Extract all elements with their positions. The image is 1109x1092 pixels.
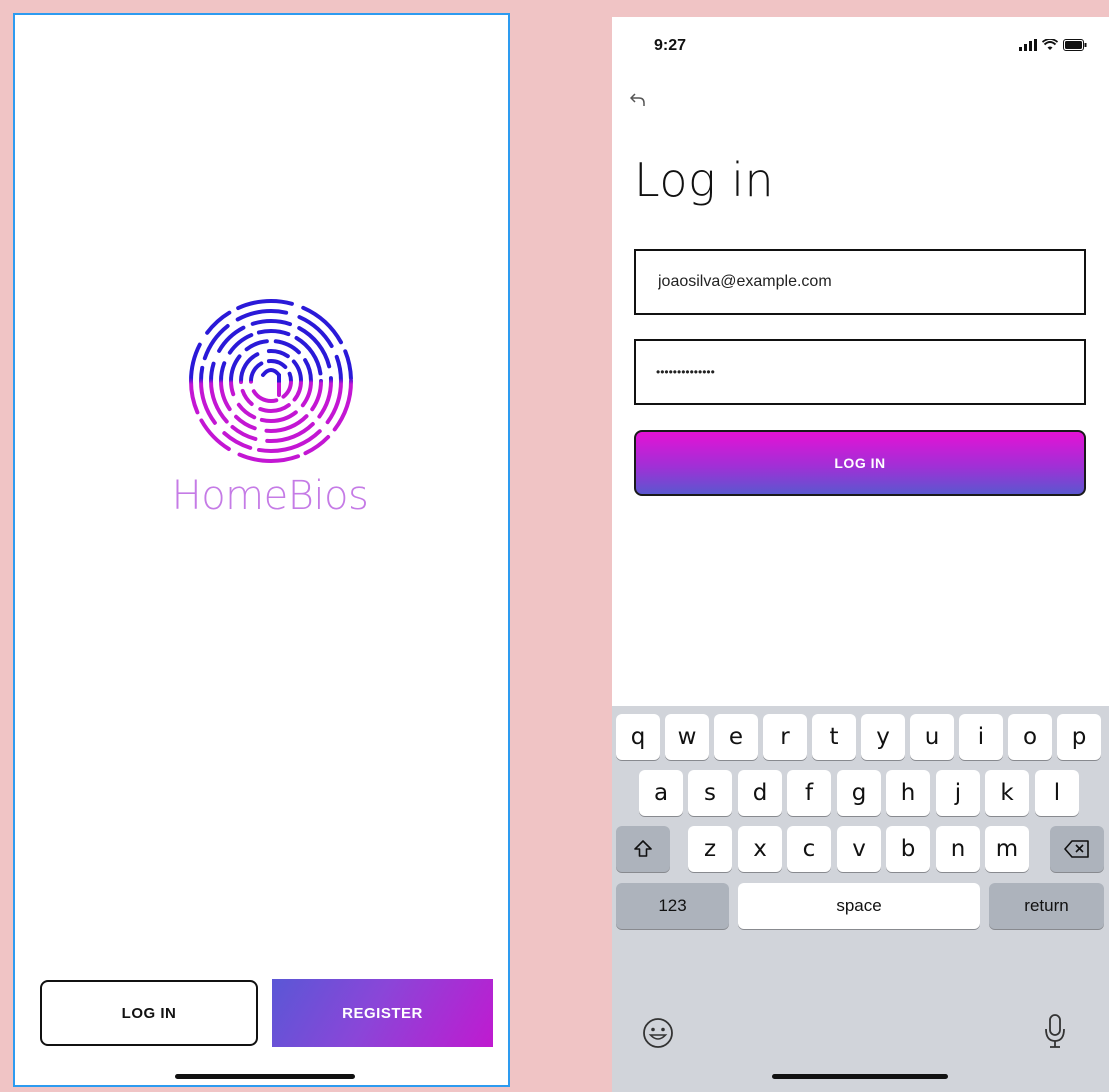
microphone-key[interactable] [1044, 1013, 1066, 1054]
emoji-key[interactable] [642, 1017, 674, 1054]
password-input[interactable]: •••••••••••••• [656, 365, 715, 379]
delete-icon [1064, 840, 1089, 858]
key-i[interactable]: i [959, 714, 1003, 760]
key-z[interactable]: z [688, 826, 732, 872]
key-u[interactable]: u [910, 714, 954, 760]
key-w[interactable]: w [665, 714, 709, 760]
key-m[interactable]: m [985, 826, 1029, 872]
shift-icon [634, 840, 652, 857]
key-l[interactable]: l [1035, 770, 1079, 816]
microphone-icon [1045, 1014, 1065, 1048]
status-time: 9:27 [654, 37, 687, 54]
key-g[interactable]: g [837, 770, 881, 816]
return-key[interactable]: return [989, 883, 1104, 929]
key-o[interactable]: o [1008, 714, 1052, 760]
email-input[interactable] [656, 272, 1084, 292]
shift-key[interactable] [616, 826, 670, 872]
login-button[interactable]: LOG IN [40, 980, 258, 1046]
key-r[interactable]: r [763, 714, 807, 760]
numbers-key[interactable]: 123 [616, 883, 729, 929]
login-submit-button[interactable]: LOG IN [634, 430, 1086, 496]
keyboard: q w e r t y u i o p a s d f g h j k l z … [612, 706, 1109, 1092]
key-a[interactable]: a [639, 770, 683, 816]
key-h[interactable]: h [886, 770, 930, 816]
key-s[interactable]: s [688, 770, 732, 816]
fingerprint-icon [189, 299, 353, 463]
key-x[interactable]: x [738, 826, 782, 872]
key-d[interactable]: d [738, 770, 782, 816]
status-icons [1019, 39, 1087, 51]
key-c[interactable]: c [787, 826, 831, 872]
key-f[interactable]: f [787, 770, 831, 816]
keyboard-row-4: 123 space return [612, 883, 1109, 931]
keyboard-row-1: q w e r t y u i o p [612, 714, 1109, 762]
brand-name: HomeBios [171, 473, 369, 519]
register-button[interactable]: REGISTER [272, 979, 493, 1047]
back-button[interactable] [629, 91, 646, 112]
back-arrow-icon [629, 93, 645, 106]
key-e[interactable]: e [714, 714, 758, 760]
home-indicator [772, 1074, 948, 1079]
app-logo: HomeBios [165, 295, 375, 535]
keyboard-row-2: a s d f g h j k l [612, 770, 1109, 818]
key-y[interactable]: y [861, 714, 905, 760]
email-field[interactable] [634, 249, 1086, 315]
key-b[interactable]: b [886, 826, 930, 872]
page-title: Log in [634, 153, 775, 207]
space-key[interactable]: space [738, 883, 980, 929]
battery-icon [1063, 39, 1087, 51]
wifi-icon [1042, 39, 1058, 50]
key-q[interactable]: q [616, 714, 660, 760]
emoji-icon [643, 1018, 673, 1048]
welcome-screen: HomeBios LOG IN REGISTER [13, 13, 510, 1087]
keyboard-row-3: z x c v b n m [612, 826, 1109, 874]
key-p[interactable]: p [1057, 714, 1101, 760]
key-k[interactable]: k [985, 770, 1029, 816]
signal-icon [1019, 39, 1037, 51]
home-indicator [175, 1074, 355, 1079]
key-n[interactable]: n [936, 826, 980, 872]
login-screen: 9:27 Log in •••••••••••••• LOG IN [612, 17, 1109, 1092]
key-t[interactable]: t [812, 714, 856, 760]
delete-key[interactable] [1050, 826, 1104, 872]
key-j[interactable]: j [936, 770, 980, 816]
key-v[interactable]: v [837, 826, 881, 872]
password-field[interactable]: •••••••••••••• [634, 339, 1086, 405]
